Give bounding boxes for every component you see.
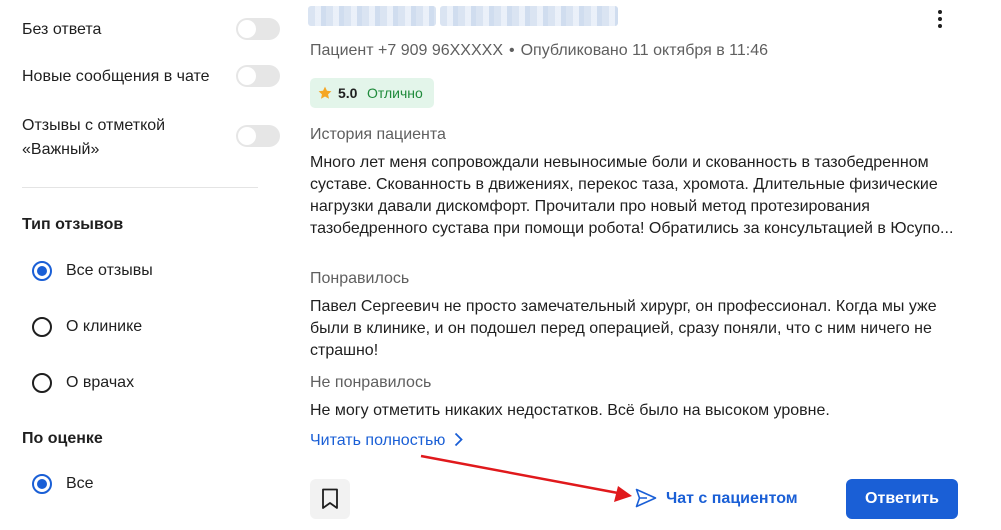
- review-author: Пациент +7 909 96XXXXX: [310, 42, 503, 59]
- filters-panel: Без ответа Новые сообщения в чате Отзывы…: [0, 0, 290, 530]
- rating-score: 5.0: [338, 85, 358, 101]
- toggle-knob: [238, 20, 256, 38]
- filter-important-toggle[interactable]: [236, 125, 280, 147]
- radio-selected-icon[interactable]: [32, 474, 52, 494]
- filters-divider: [22, 187, 258, 188]
- read-more-link[interactable]: Читать полностью: [310, 430, 464, 452]
- section-label-liked: Понравилось: [310, 270, 410, 287]
- section-label-disliked: Не понравилось: [310, 374, 432, 391]
- filter-unanswered-label: Без ответа: [22, 21, 102, 38]
- review-type-title: Тип отзывов: [22, 216, 124, 233]
- radio-all-reviews-label: Все отзывы: [66, 262, 153, 279]
- read-more-label: Читать полностью: [310, 432, 446, 449]
- rating-badge: 5.0 Отлично: [310, 78, 434, 108]
- rating-label: Отлично: [367, 85, 423, 101]
- send-icon: [635, 488, 657, 508]
- radio-unselected-icon[interactable]: [32, 317, 52, 337]
- star-icon: [318, 86, 332, 99]
- blurred-name-redaction: [440, 6, 618, 26]
- section-text-liked: Павел Сергеевич не просто замечательный …: [310, 298, 937, 359]
- review-card: Пациент +7 909 96XXXXX • Опубликовано 11 о…: [292, 0, 1001, 530]
- radio-about-doctors-label: О врачах: [66, 374, 135, 391]
- toggle-knob: [238, 67, 256, 85]
- radio-selected-icon[interactable]: [32, 261, 52, 281]
- section-text-history: Много лет меня сопровождали невыносимые …: [310, 154, 954, 237]
- review-meta: Пациент +7 909 96XXXXX • Опубликовано 11 о…: [310, 40, 768, 62]
- reply-button[interactable]: Ответить: [846, 479, 958, 519]
- radio-about-clinic-label: О клинике: [66, 318, 143, 335]
- bookmark-icon: [322, 488, 338, 509]
- toggle-knob: [238, 127, 256, 145]
- meta-separator: •: [509, 42, 515, 59]
- chevron-right-icon: [455, 432, 464, 447]
- radio-rating-all-label: Все: [66, 475, 94, 492]
- by-rating-title: По оценке: [22, 430, 103, 447]
- section-text-disliked: Не могу отметить никаких недостатков. Вс…: [310, 402, 830, 419]
- section-label-history: История пациента: [310, 126, 446, 143]
- filter-new-chat-messages-toggle[interactable]: [236, 65, 280, 87]
- blurred-name-redaction: [308, 6, 436, 26]
- filter-unanswered-toggle[interactable]: [236, 18, 280, 40]
- bookmark-button[interactable]: [310, 479, 350, 519]
- review-published-date: Опубликовано 11 октября в 11:46: [520, 42, 769, 59]
- filter-new-chat-messages-label: Новые сообщения в чате: [22, 68, 210, 85]
- radio-unselected-icon[interactable]: [32, 373, 52, 393]
- filter-important-label: Отзывы с отметкой «Важный»: [22, 117, 166, 158]
- chat-with-patient-label: Чат с пациентом: [666, 490, 798, 507]
- kebab-menu-icon[interactable]: [928, 8, 952, 30]
